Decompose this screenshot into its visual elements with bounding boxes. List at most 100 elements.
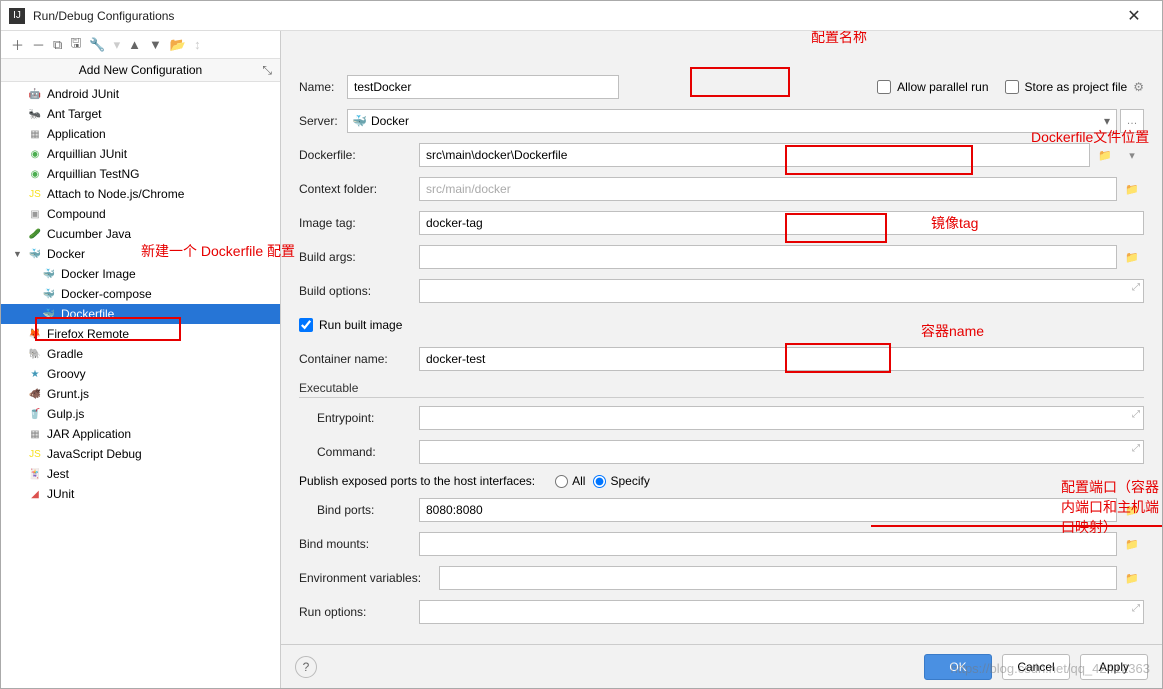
tree-item-cucumber-java[interactable]: 🥒Cucumber Java [1,224,280,244]
browse-icon[interactable]: 📁 [1093,143,1117,167]
run-built-wrap[interactable]: Run built image [299,318,402,332]
tree-item-dockerfile[interactable]: 🐳Dockerfile [1,304,280,324]
label-name: Name: [299,80,347,94]
config-type-icon: 🐳 [41,306,57,322]
container-input[interactable] [419,347,1144,371]
config-type-icon: 🃏 [27,466,43,482]
cancel-button[interactable]: Cancel [1002,654,1070,680]
label-runoptions: Run options: [299,605,419,619]
tree-item-label: Android JUnit [47,87,119,101]
close-icon[interactable]: ✕ [1114,6,1154,26]
row-server: Server: 🐳 Docker ▾ … [299,109,1144,133]
browse-icon[interactable]: 📁 [1120,498,1144,522]
config-type-icon: JS [27,446,43,462]
config-type-icon: ★ [27,366,43,382]
row-imagetag: Image tag: [299,211,1144,235]
tree-item-attach-to-node-js-chrome[interactable]: JSAttach to Node.js/Chrome [1,184,280,204]
ok-button[interactable]: OK [924,654,992,680]
expand-icon[interactable]: ⤢ [1132,409,1140,420]
config-type-icon: ▣ [27,206,43,222]
browse-icon[interactable]: 📁 [1120,177,1144,201]
add-icon[interactable]: ＋ [11,35,24,54]
expand-icon[interactable]: ▼ [13,249,25,259]
sort-icon[interactable]: ↕ [194,37,201,52]
imagetag-input[interactable] [419,211,1144,235]
config-type-icon: 🐳 [41,266,57,282]
tree-item-compound[interactable]: ▣Compound [1,204,280,224]
chevron-down-icon[interactable]: ▾ [1120,143,1144,167]
server-select-wrap[interactable]: 🐳 Docker ▾ [347,109,1117,133]
bindports-input[interactable] [419,498,1117,522]
label-server: Server: [299,114,347,128]
context-input[interactable] [419,177,1117,201]
allow-parallel-wrap[interactable]: Allow parallel run [877,80,988,94]
tree-item-label: Application [47,127,106,141]
run-built-checkbox[interactable] [299,318,313,332]
browse-icon[interactable]: 📁 [1120,566,1144,590]
tree-item-label: JAR Application [47,427,131,441]
name-input[interactable] [347,75,619,99]
app-icon: IJ [9,8,25,24]
config-toolbar: ＋ － ⧉ 🖫 🔧 ▾ ▲ ▼ 📂 ↕ [1,31,280,59]
store-file-label: Store as project file [1025,80,1128,94]
up-icon[interactable]: ▲ [128,37,141,52]
tree-item-jest[interactable]: 🃏Jest [1,464,280,484]
bindmounts-input[interactable] [419,532,1117,556]
tree-item-jar-application[interactable]: ▦JAR Application [1,424,280,444]
wrench-icon[interactable]: 🔧 [89,37,105,53]
add-new-config-header: Add New Configuration ⤡ [1,59,280,82]
remove-icon[interactable]: － [32,35,45,54]
config-type-icon: 🐜 [27,106,43,122]
tree-item-android-junit[interactable]: 🤖Android JUnit [1,84,280,104]
publish-specify-radio[interactable] [593,475,606,488]
annot-config-name: 配置名称 [811,31,867,47]
label-imagetag: Image tag: [299,216,419,230]
label-buildargs: Build args: [299,250,419,264]
tree-item-docker-compose[interactable]: 🐳Docker-compose [1,284,280,304]
buildoptions-input[interactable] [419,279,1144,303]
tree-item-docker[interactable]: ▼🐳Docker [1,244,280,264]
folder-icon[interactable]: 📂 [170,37,186,53]
tree-item-label: Attach to Node.js/Chrome [47,187,184,201]
allow-parallel-checkbox[interactable] [877,80,891,94]
collapse-icon[interactable]: ⤡ [262,63,272,78]
tree-item-gulp-js[interactable]: 🥤Gulp.js [1,404,280,424]
dockerfile-input[interactable] [419,143,1090,167]
gear-icon[interactable]: ⚙ [1133,80,1144,94]
entrypoint-input[interactable] [419,406,1144,430]
browse-icon[interactable]: 📁 [1120,245,1144,269]
envvars-input[interactable] [439,566,1117,590]
help-icon[interactable]: ? [295,656,317,678]
titlebar: IJ Run/Debug Configurations ✕ [1,1,1162,31]
tree-item-firefox-remote[interactable]: 🦊Firefox Remote [1,324,280,344]
tree-item-label: Groovy [47,367,86,381]
tree-item-arquillian-junit[interactable]: ◉Arquillian JUnit [1,144,280,164]
server-browse-button[interactable]: … [1120,109,1144,133]
chevron-down-icon[interactable]: ▾ [1098,114,1116,128]
tree-item-grunt-js[interactable]: 🐗Grunt.js [1,384,280,404]
store-file-checkbox[interactable] [1005,80,1019,94]
down-icon[interactable]: ▼ [149,37,162,52]
publish-all-radio[interactable] [555,475,568,488]
tree-item-ant-target[interactable]: 🐜Ant Target [1,104,280,124]
expand-icon[interactable]: ⤢ [1132,443,1140,454]
command-input[interactable] [419,440,1144,464]
buildargs-input[interactable] [419,245,1117,269]
expand-icon[interactable]: ⤢ [1132,603,1140,614]
apply-button[interactable]: Apply [1080,654,1148,680]
browse-icon[interactable]: 📁 [1120,532,1144,556]
tree-item-docker-image[interactable]: 🐳Docker Image [1,264,280,284]
runoptions-input[interactable] [419,600,1144,624]
tree-item-arquillian-testng[interactable]: ◉Arquillian TestNG [1,164,280,184]
copy-icon[interactable]: ⧉ [53,37,62,53]
tree-item-javascript-debug[interactable]: JSJavaScript Debug [1,444,280,464]
tree-item-gradle[interactable]: 🐘Gradle [1,344,280,364]
expand-icon[interactable]: ⤢ [1132,282,1140,293]
store-file-wrap[interactable]: Store as project file [1005,80,1128,94]
tree-item-application[interactable]: ▦Application [1,124,280,144]
row-envvars: Environment variables: 📁 [299,566,1144,590]
executable-header: Executable [299,381,1144,398]
tree-item-junit[interactable]: ◢JUnit [1,484,280,504]
save-icon[interactable]: 🖫 [70,34,81,56]
tree-item-groovy[interactable]: ★ Groovy [1,364,280,384]
